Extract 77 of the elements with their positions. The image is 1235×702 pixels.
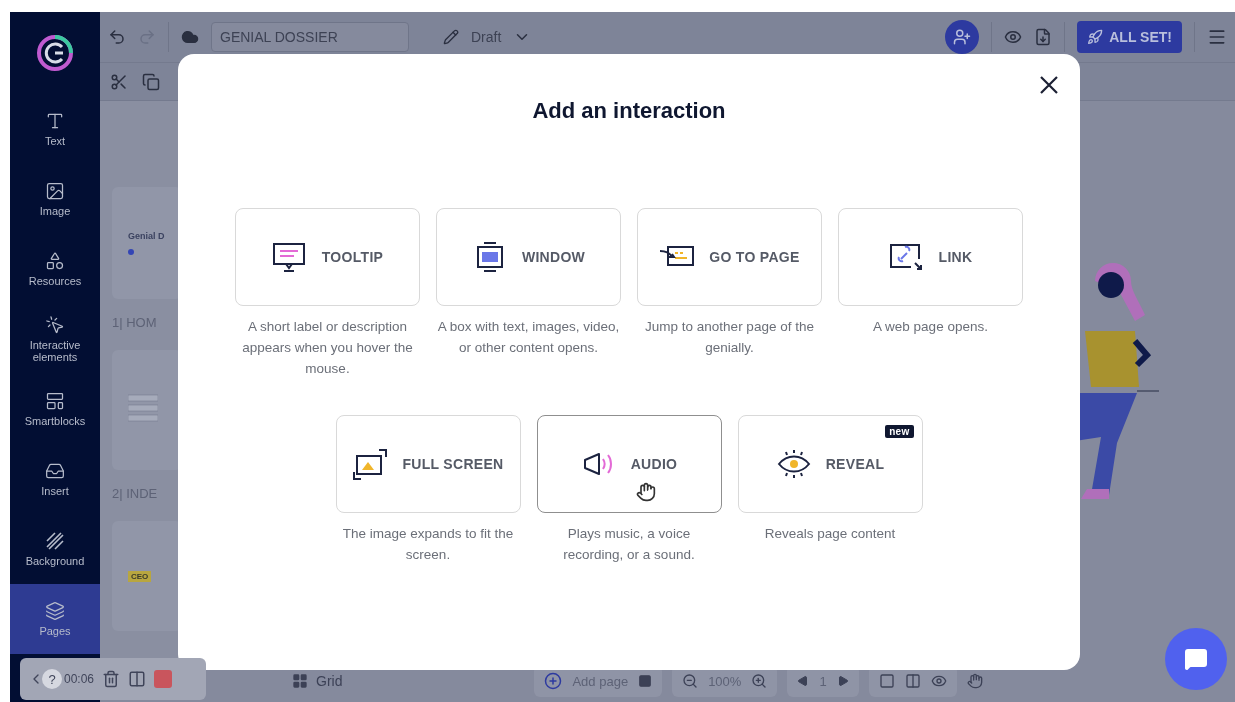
sidebar-item[interactable]: Image: [10, 164, 100, 234]
option-description: Jump to another page of the genially.: [644, 318, 815, 357]
thumbnail-badge: CEO: [128, 570, 152, 582]
link-icon: [888, 241, 925, 273]
add-page-icon[interactable]: [544, 672, 563, 690]
tray-icon: [45, 461, 65, 481]
sidebar-item[interactable]: Pages: [10, 584, 100, 654]
layers-icon: [45, 601, 65, 621]
thumbnail-heading: Genial D: [128, 231, 166, 241]
zoom-out-icon[interactable]: [682, 673, 699, 689]
interaction-option[interactable]: AUDIO: [536, 415, 722, 513]
cloud-icon: [181, 28, 199, 46]
menu-icon[interactable]: [1207, 27, 1227, 47]
option-description: A short label or description appears when you hover the mouse.: [241, 318, 414, 378]
undo-icon[interactable]: [108, 28, 126, 46]
sidebar-label: Image: [39, 205, 71, 217]
preview-icon[interactable]: [1004, 28, 1023, 46]
interaction-option[interactable]: GO TO PAGE: [637, 208, 822, 306]
pencil-icon: [443, 29, 459, 45]
new-badge: new: [885, 425, 914, 438]
interaction-option[interactable]: FULL SCREEN: [335, 415, 521, 513]
zoom-in-icon[interactable]: [751, 673, 768, 689]
download-icon[interactable]: [1034, 28, 1053, 46]
rocket-icon: [1087, 29, 1104, 45]
frame-icon[interactable]: [878, 673, 895, 689]
help-button[interactable]: ?: [42, 669, 62, 689]
dialog-title: Add an interaction: [532, 98, 726, 124]
trash-icon[interactable]: [102, 670, 121, 688]
sidebar-item[interactable]: Interactive elements: [10, 304, 100, 374]
next-icon[interactable]: [836, 675, 849, 687]
sidebar-item[interactable]: Insert: [10, 444, 100, 514]
sidebar-label: Pages: [39, 625, 71, 637]
recording-time: 00:06: [64, 672, 95, 686]
hatch-icon: [45, 531, 65, 551]
publish-button[interactable]: ALL SET!: [1077, 21, 1182, 53]
sidebar-label: Resources: [28, 275, 82, 287]
interaction-option[interactable]: LINK: [838, 208, 1023, 306]
eye-icon: [775, 448, 812, 480]
option-description: Reveals page content: [763, 525, 897, 543]
image-icon: [45, 181, 65, 201]
option-description: A box with text, images, video, or other content opens.: [436, 318, 621, 357]
sidebar-item[interactable]: Background: [10, 514, 100, 584]
previous-icon[interactable]: [797, 675, 810, 687]
interaction-option[interactable]: WINDOW: [436, 208, 621, 306]
grid-icon: [292, 673, 308, 689]
text-icon: [45, 111, 65, 131]
layout-icon: [45, 391, 65, 411]
sidebar-label: Background: [25, 555, 85, 567]
add-user-button[interactable]: [945, 20, 980, 54]
interaction-option[interactable]: REVEAL new: [737, 415, 923, 513]
option-description: A web page opens.: [872, 318, 989, 336]
close-button[interactable]: [1038, 74, 1060, 96]
chat-icon: [1184, 647, 1208, 671]
square-icon[interactable]: [638, 674, 653, 688]
speech-bubble-icon: [271, 241, 308, 273]
sidebar-label: Insert: [41, 485, 69, 497]
sidebar-item[interactable]: Text: [10, 94, 100, 164]
option-description: The image expands to fit the screen.: [341, 525, 515, 564]
sidebar-item[interactable]: Resources: [10, 234, 100, 304]
interaction-option[interactable]: TOOLTIP: [235, 208, 420, 306]
columns-icon[interactable]: [904, 673, 921, 689]
thumbnail-dot: [128, 249, 134, 255]
shapes-icon: [45, 251, 65, 271]
copy-icon[interactable]: [142, 72, 160, 91]
sidebar-label: Smartblocks: [24, 415, 86, 427]
pointer-click-icon: [45, 315, 65, 335]
sidebar-item[interactable]: Smartblocks: [10, 374, 100, 444]
sidebar-label: Text: [44, 135, 66, 147]
eye-icon[interactable]: [930, 673, 947, 689]
touch-icon[interactable]: [966, 673, 983, 689]
logo-icon: [35, 33, 75, 73]
scissors-icon[interactable]: [110, 72, 128, 91]
expand-image-icon: [352, 448, 389, 480]
sidebar-label: Interactive elements: [28, 339, 82, 363]
add-user-icon: [953, 28, 972, 46]
option-description: Plays music, a voice recording, or a sound.: [562, 525, 696, 564]
hand-cursor-icon: [635, 482, 656, 502]
